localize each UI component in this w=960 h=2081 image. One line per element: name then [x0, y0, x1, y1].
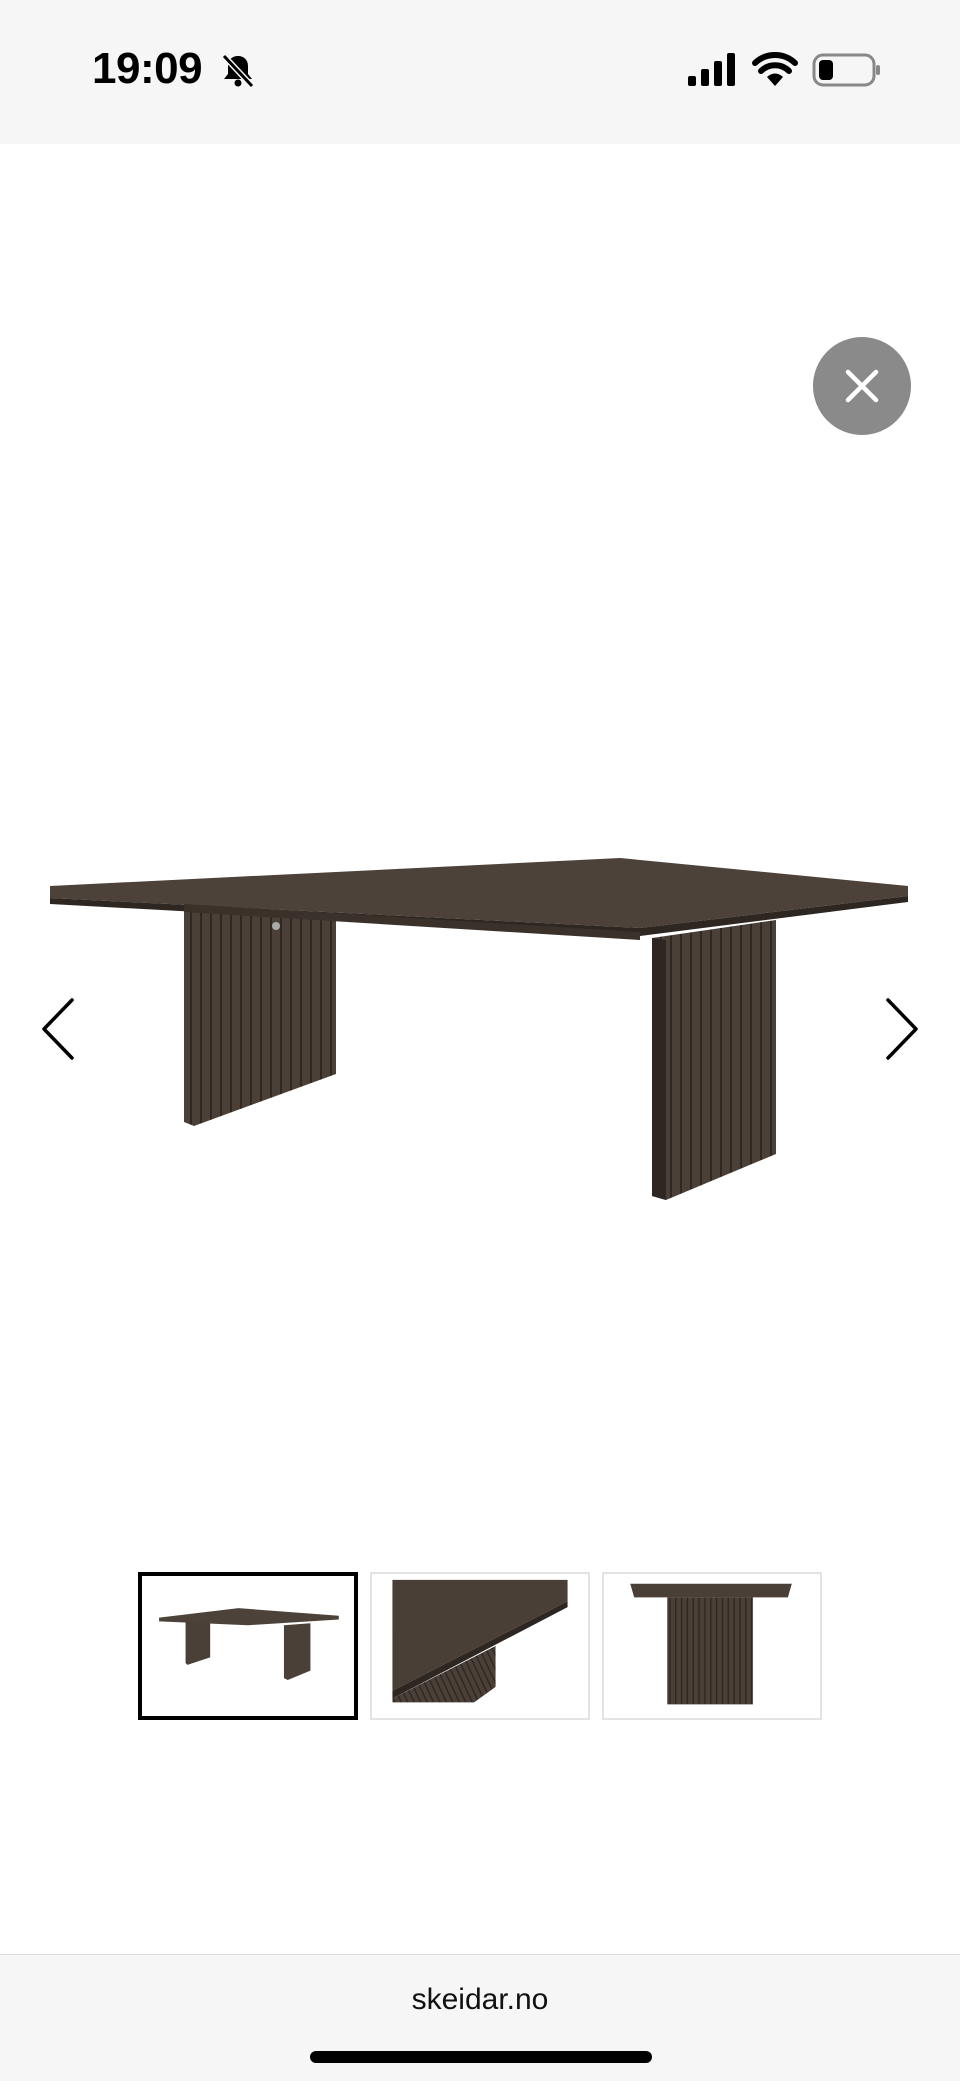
- url-label[interactable]: skeidar.no: [0, 1983, 960, 2017]
- wifi-icon: [752, 52, 798, 86]
- battery-icon: [812, 53, 880, 87]
- close-icon: [845, 369, 879, 403]
- thumbnail-3[interactable]: [602, 1572, 822, 1720]
- cellular-signal-icon: [688, 53, 735, 86]
- status-time: 19:09: [92, 44, 203, 93]
- close-button[interactable]: [813, 337, 911, 435]
- product-gallery: [0, 144, 960, 1954]
- status-bar: 19:09: [0, 0, 960, 144]
- browser-address-bar: skeidar.no: [0, 1954, 960, 2081]
- thumbnail-1[interactable]: [138, 1572, 358, 1720]
- thumbnail-2[interactable]: [370, 1572, 590, 1720]
- product-image: [50, 858, 908, 1200]
- home-indicator[interactable]: [310, 2051, 652, 2063]
- bell-slash-icon: [221, 53, 255, 89]
